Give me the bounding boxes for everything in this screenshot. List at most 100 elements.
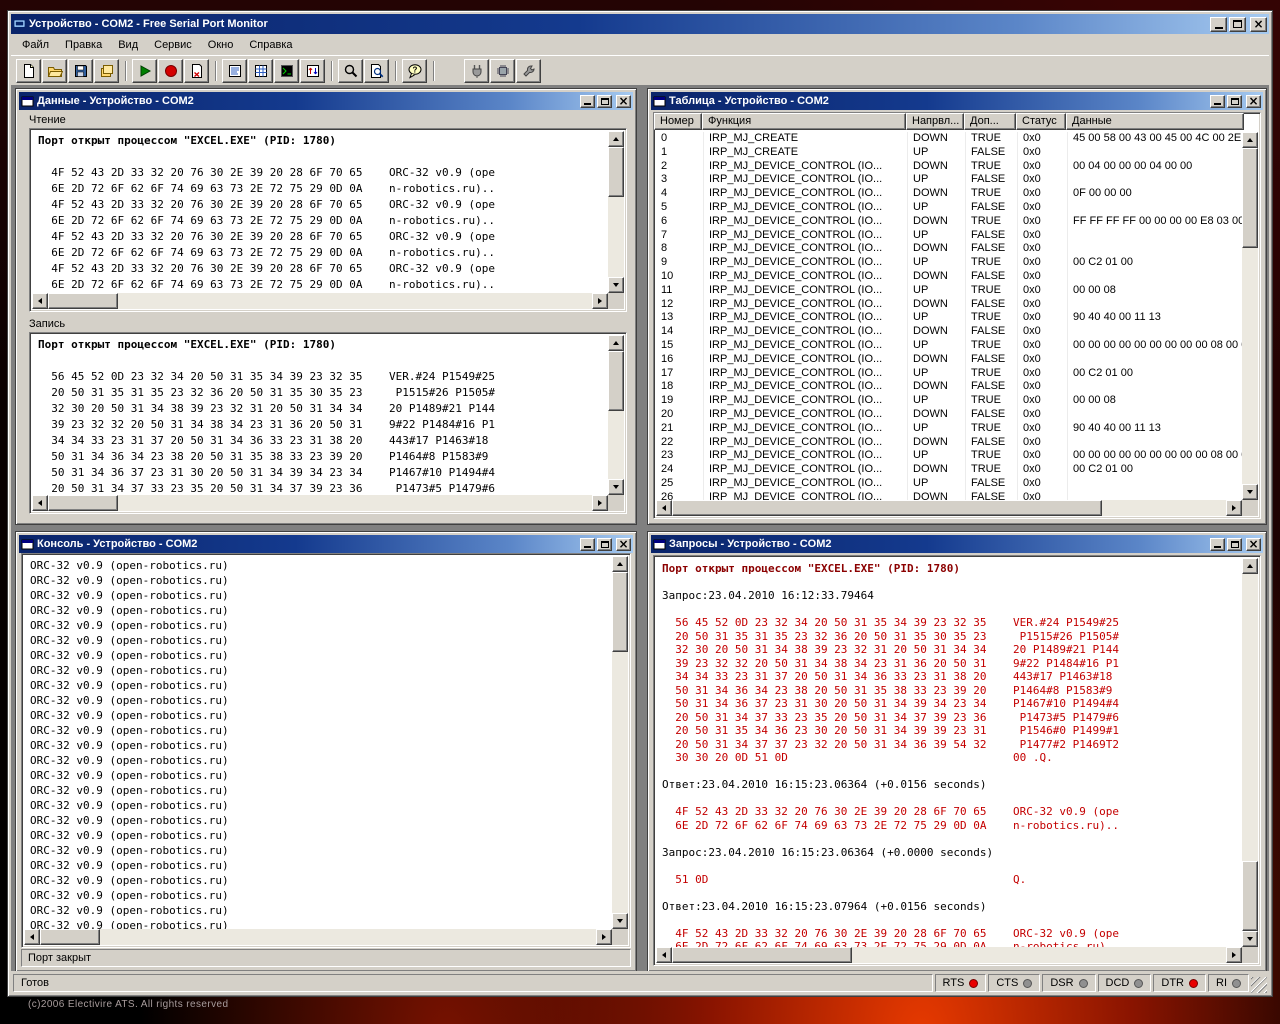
scroll-down-button[interactable]	[1242, 484, 1258, 500]
device-chip-button[interactable]	[490, 59, 515, 83]
table-row[interactable]: 25 IRP_MJ_DEVICE_CONTROL (IO... UP FALSE…	[656, 477, 1242, 491]
horizontal-scrollbar[interactable]	[656, 947, 1242, 963]
scroll-up-button[interactable]	[608, 335, 624, 351]
scroll-down-button[interactable]	[608, 479, 624, 495]
maximize-button[interactable]	[1229, 17, 1246, 32]
horizontal-scrollbar[interactable]	[32, 293, 608, 309]
read-pane[interactable]: Порт открыт процессом "EXCEL.EXE" (PID: …	[29, 128, 627, 312]
table-row[interactable]: 9 IRP_MJ_DEVICE_CONTROL (IO... UP TRUE 0…	[656, 256, 1242, 270]
menu-item[interactable]: Сервис	[146, 36, 200, 54]
find-button[interactable]	[338, 59, 363, 83]
irp-table[interactable]: НомерФункцияНапрвл...Доп...СтатусДанные …	[653, 112, 1261, 519]
table-row[interactable]: 5 IRP_MJ_DEVICE_CONTROL (IO... UP FALSE …	[656, 201, 1242, 215]
table-window-titlebar[interactable]: Таблица - Устройство - COM2	[651, 92, 1263, 110]
scroll-up-button[interactable]	[608, 131, 624, 147]
scroll-thumb[interactable]	[1242, 148, 1258, 248]
table-row[interactable]: 3 IRP_MJ_DEVICE_CONTROL (IO... UP FALSE …	[656, 173, 1242, 187]
help-button[interactable]: ?	[402, 59, 427, 83]
table-row[interactable]: 16 IRP_MJ_DEVICE_CONTROL (IO... DOWN FAL…	[656, 353, 1242, 367]
scroll-thumb[interactable]	[1242, 861, 1258, 931]
scroll-up-button[interactable]	[612, 556, 628, 572]
table-row[interactable]: 7 IRP_MJ_DEVICE_CONTROL (IO... UP FALSE …	[656, 229, 1242, 243]
column-header[interactable]: Данные	[1066, 113, 1244, 130]
scroll-thumb[interactable]	[48, 293, 118, 309]
close-button[interactable]	[616, 538, 631, 551]
menu-item[interactable]: Вид	[110, 36, 146, 54]
stop-monitoring-button[interactable]	[158, 59, 183, 83]
new-file-button[interactable]	[16, 59, 41, 83]
table-row[interactable]: 2 IRP_MJ_DEVICE_CONTROL (IO... DOWN TRUE…	[656, 160, 1242, 174]
table-row[interactable]: 4 IRP_MJ_DEVICE_CONTROL (IO... DOWN TRUE…	[656, 187, 1242, 201]
settings-button[interactable]	[516, 59, 541, 83]
table-row[interactable]: 14 IRP_MJ_DEVICE_CONTROL (IO... DOWN FAL…	[656, 325, 1242, 339]
main-titlebar[interactable]: Устройство - COM2 - Free Serial Port Mon…	[11, 14, 1269, 34]
data-window-titlebar[interactable]: Данные - Устройство - COM2	[19, 92, 633, 110]
table-row[interactable]: 12 IRP_MJ_DEVICE_CONTROL (IO... DOWN FAL…	[656, 298, 1242, 312]
resize-grip[interactable]	[1251, 977, 1267, 993]
open-button[interactable]	[42, 59, 67, 83]
table-row[interactable]: 20 IRP_MJ_DEVICE_CONTROL (IO... DOWN FAL…	[656, 408, 1242, 422]
table-row[interactable]: 17 IRP_MJ_DEVICE_CONTROL (IO... UP TRUE …	[656, 367, 1242, 381]
minimize-button[interactable]	[580, 95, 595, 108]
table-row[interactable]: 26 IRP_MJ_DEVICE_CONTROL (IO... DOWN FAL…	[656, 491, 1242, 500]
close-button[interactable]	[616, 95, 631, 108]
scroll-right-button[interactable]	[592, 293, 608, 309]
save-button[interactable]	[68, 59, 93, 83]
view-table-button[interactable]	[248, 59, 273, 83]
vertical-scrollbar[interactable]	[612, 556, 628, 929]
console-pane[interactable]: ORC-32 v0.9 (open-robotics.ru)ORC-32 v0.…	[21, 553, 631, 948]
minimize-button[interactable]	[1210, 17, 1227, 32]
column-header[interactable]: Номер	[654, 113, 702, 130]
horizontal-scrollbar[interactable]	[24, 929, 612, 945]
table-row[interactable]: 6 IRP_MJ_DEVICE_CONTROL (IO... DOWN TRUE…	[656, 215, 1242, 229]
table-row[interactable]: 18 IRP_MJ_DEVICE_CONTROL (IO... DOWN FAL…	[656, 380, 1242, 394]
port-plug-button[interactable]	[464, 59, 489, 83]
scroll-thumb[interactable]	[40, 929, 100, 945]
close-button[interactable]	[1250, 17, 1267, 32]
vertical-scrollbar[interactable]	[1242, 132, 1258, 500]
scroll-up-button[interactable]	[1242, 132, 1258, 148]
column-header[interactable]: Напрвл...	[906, 113, 964, 130]
scroll-right-button[interactable]	[596, 929, 612, 945]
vertical-scrollbar[interactable]	[608, 131, 624, 293]
menu-item[interactable]: Справка	[241, 36, 300, 54]
requests-pane[interactable]: Порт открыт процессом "EXCEL.EXE" (PID: …	[653, 555, 1261, 966]
clear-button[interactable]	[184, 59, 209, 83]
menu-item[interactable]: Окно	[200, 36, 242, 54]
scroll-thumb[interactable]	[608, 351, 624, 411]
scroll-left-button[interactable]	[32, 495, 48, 511]
scroll-up-button[interactable]	[1242, 558, 1258, 574]
column-header[interactable]: Статус	[1016, 113, 1066, 130]
table-row[interactable]: 1 IRP_MJ_CREATE UP FALSE 0x0	[656, 146, 1242, 160]
table-row[interactable]: 15 IRP_MJ_DEVICE_CONTROL (IO... UP TRUE …	[656, 339, 1242, 353]
maximize-button[interactable]	[597, 538, 612, 551]
scroll-right-button[interactable]	[1226, 500, 1242, 516]
vertical-scrollbar[interactable]	[1242, 558, 1258, 947]
close-button[interactable]	[1246, 538, 1261, 551]
scroll-right-button[interactable]	[1226, 947, 1242, 963]
scroll-down-button[interactable]	[612, 913, 628, 929]
horizontal-scrollbar[interactable]	[32, 495, 608, 511]
save-workspace-button[interactable]	[94, 59, 119, 83]
maximize-button[interactable]	[1227, 538, 1242, 551]
maximize-button[interactable]	[1227, 95, 1242, 108]
view-data-button[interactable]	[222, 59, 247, 83]
table-row[interactable]: 24 IRP_MJ_DEVICE_CONTROL (IO... DOWN TRU…	[656, 463, 1242, 477]
scroll-left-button[interactable]	[656, 500, 672, 516]
table-row[interactable]: 10 IRP_MJ_DEVICE_CONTROL (IO... DOWN FAL…	[656, 270, 1242, 284]
scroll-left-button[interactable]	[656, 947, 672, 963]
table-row[interactable]: 22 IRP_MJ_DEVICE_CONTROL (IO... DOWN FAL…	[656, 436, 1242, 450]
maximize-button[interactable]	[597, 95, 612, 108]
table-row[interactable]: 13 IRP_MJ_DEVICE_CONTROL (IO... UP TRUE …	[656, 311, 1242, 325]
scroll-left-button[interactable]	[32, 293, 48, 309]
find-next-button[interactable]	[364, 59, 389, 83]
scroll-thumb[interactable]	[48, 495, 118, 511]
minimize-button[interactable]	[580, 538, 595, 551]
horizontal-scrollbar[interactable]	[656, 500, 1242, 516]
close-button[interactable]	[1246, 95, 1261, 108]
minimize-button[interactable]	[1210, 95, 1225, 108]
start-monitoring-button[interactable]	[132, 59, 157, 83]
scroll-right-button[interactable]	[592, 495, 608, 511]
write-pane[interactable]: Порт открыт процессом "EXCEL.EXE" (PID: …	[29, 332, 627, 514]
menu-item[interactable]: Файл	[14, 36, 57, 54]
